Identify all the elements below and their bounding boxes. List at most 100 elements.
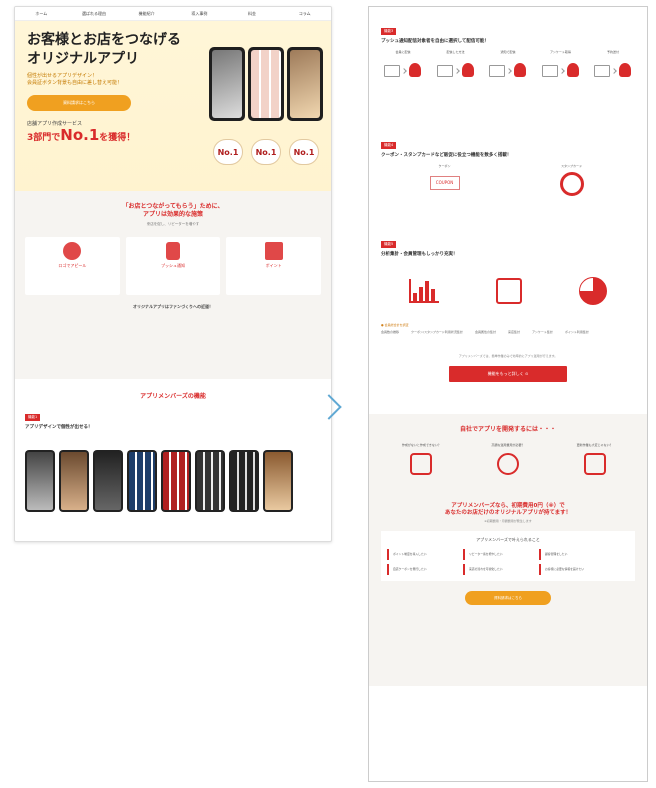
app-screen bbox=[127, 450, 157, 512]
nav-item[interactable]: 機能紹介 bbox=[120, 7, 173, 20]
phone-mockup bbox=[248, 47, 284, 121]
hero-subtitle: 個性が出せるアプリデザイン！ 会員証ボタン背景も自由に差し替え可能！ bbox=[27, 73, 123, 86]
request-docs-button-bottom[interactable]: 資料請求はこちら bbox=[465, 591, 551, 605]
award-suffix: を獲得！ bbox=[99, 133, 136, 143]
self-dev-title: 自社でアプリを開発するには・・・ bbox=[459, 426, 556, 433]
benefits-title: 「お店とつながってもらう」ために、 アプリは効果的な施策 bbox=[122, 203, 224, 218]
app-screen bbox=[25, 450, 55, 512]
stamp-icon bbox=[559, 172, 584, 196]
check-item: 会員属性の集計 bbox=[474, 330, 496, 334]
push-flow: 会員に配信 配信した方法 通知で配信 アンケート取得 予約送付 bbox=[381, 50, 635, 85]
gear-icon bbox=[497, 453, 519, 475]
medal-icon: No.1 bbox=[289, 139, 319, 165]
function-4-block: 機能4 クーポン・スタンプカードなど販促に役立つ機能を数多く搭載！ クーポン C… bbox=[369, 121, 647, 206]
app-screen bbox=[93, 450, 123, 512]
benefit-item: 来店の流れを可視化したい bbox=[463, 564, 535, 575]
app-screen bbox=[195, 450, 225, 512]
issue-label: 高額な運用費用が必要？ bbox=[491, 443, 525, 447]
benefits-subtitle: 来店を促し、リピーターを増やす bbox=[146, 222, 200, 226]
nav-item[interactable]: ホーム bbox=[15, 7, 68, 20]
feature-label: ポイント bbox=[265, 263, 282, 268]
flow-step-label: 予約送付 bbox=[606, 50, 619, 54]
function-heading: クーポン・スタンプカードなど販促に役立つ機能を数多く搭載！ bbox=[381, 153, 512, 158]
hero-title: お客様とお店をつなげる オリジナルアプリ bbox=[27, 32, 181, 67]
award-prefix: 3部門で bbox=[27, 133, 61, 143]
benefits-section: 「お店とつながってもらう」ために、 アプリは効果的な施策 来店を促し、リピーター… bbox=[15, 191, 331, 379]
award-medals: No.1 No.1 No.1 bbox=[213, 139, 319, 165]
refresh-icon bbox=[583, 453, 606, 475]
functions-section: アプリメンバーズの機能 機能1 アプリデザインで個性が出せる！ bbox=[15, 379, 331, 524]
check-item: アンケート集計 bbox=[531, 330, 553, 334]
app-screen bbox=[59, 450, 89, 512]
check-list: 会員数の推移 クーポン/スタンプカード利用状況集計 会員属性の集計 来店集計 ア… bbox=[381, 330, 635, 334]
canvas: ホーム 選ばれる理由 機能紹介 導入事例 料金 コラム お客様とお店をつなげる … bbox=[0, 0, 656, 788]
stamp-label: スタンプカード bbox=[561, 164, 582, 168]
functions-title: アプリメンバーズの機能 bbox=[140, 393, 206, 400]
issue-col: 高額な運用費用が必要？ bbox=[468, 443, 549, 475]
award-main: No.1 bbox=[60, 126, 100, 144]
more-functions-button[interactable]: 機能をもっと詳しく ⊙ bbox=[449, 366, 567, 382]
issue-label: 作成がないと作成できない？ bbox=[401, 443, 441, 447]
benefit-item: ポイント制度を導入したい bbox=[387, 549, 459, 560]
issue-label: 更新作業も大変じゃない？ bbox=[576, 443, 613, 447]
check-item: ポイント利用集計 bbox=[564, 330, 589, 334]
phone-bell-icon bbox=[166, 242, 180, 260]
function-badge: 機能5 bbox=[381, 241, 397, 248]
function-heading: アプリデザインで個性が出せる！ bbox=[25, 425, 93, 430]
flow-step: 配信した方法 bbox=[434, 50, 478, 85]
point-card-icon bbox=[264, 242, 283, 260]
functions-note: アプリメンバーズでは、簡単作業のみで効率的にアプリ運用が行えます。 bbox=[458, 354, 558, 358]
request-docs-button[interactable]: 資料請求はこちら bbox=[27, 95, 131, 111]
function-heading: 分析集計・会員管理もしっかり充実！ bbox=[381, 252, 458, 257]
search-report-icon bbox=[495, 278, 522, 304]
feature-label: ロゴでアピール bbox=[58, 263, 87, 268]
hero-section: お客様とお店をつなげる オリジナルアプリ 個性が出せるアプリデザイン！ 会員証ボ… bbox=[15, 21, 331, 191]
benefits-box: アプリメンバーズで叶えられること ポイント制度を導入したい リピーター客を増やし… bbox=[381, 531, 635, 581]
benefit-item: 顧客管理をしたい bbox=[539, 549, 611, 560]
flow-step-label: 会員に配信 bbox=[395, 50, 411, 54]
flow-step: アンケート取得 bbox=[539, 50, 583, 85]
house-icon bbox=[63, 242, 82, 260]
medal-icon: No.1 bbox=[251, 139, 281, 165]
issue-col: 更新作業も大変じゃない？ bbox=[554, 443, 635, 475]
benefits-grid: ポイント制度を導入したい リピーター客を増やしたい 顧客管理をしたい 自店クーポ… bbox=[387, 549, 629, 575]
nav-item[interactable]: 選ばれる理由 bbox=[68, 7, 121, 20]
medal-icon: No.1 bbox=[213, 139, 243, 165]
function-badge: 機能1 bbox=[25, 414, 41, 421]
check-title: ● 会員総合計を調査 bbox=[381, 323, 409, 327]
check-item: 来店集計 bbox=[507, 330, 520, 334]
coupon-label: クーポン bbox=[438, 164, 451, 168]
top-nav: ホーム 選ばれる理由 機能紹介 導入事例 料金 コラム bbox=[15, 7, 331, 21]
flow-step-label: 配信した方法 bbox=[446, 50, 465, 54]
check-item: 会員数の推移 bbox=[381, 330, 400, 334]
right-page-card: 機能3 プッシュ通知配信対象者を自由に選択して配信可能！ 会員に配信 配信した方… bbox=[368, 6, 648, 782]
flow-step-label: アンケート取得 bbox=[550, 50, 571, 54]
app-screen bbox=[229, 450, 259, 512]
app-screens-strip bbox=[25, 450, 321, 512]
left-page-card: ホーム 選ばれる理由 機能紹介 導入事例 料金 コラム お客様とお店をつなげる … bbox=[14, 6, 332, 542]
benefit-item: リピーター客を増やしたい bbox=[463, 549, 535, 560]
feature-label: プッシュ通知 bbox=[161, 263, 185, 268]
nav-item[interactable]: 導入事例 bbox=[173, 7, 226, 20]
phone-mockups bbox=[209, 47, 323, 121]
function-badge: 機能3 bbox=[381, 28, 397, 35]
issue-col: 作成がないと作成できない？ bbox=[381, 443, 462, 475]
feature-card: ポイント bbox=[226, 237, 322, 295]
function-5-block: 機能5 分析集計・会員管理もしっかり充実！ ● 会員総合計を調査 会員数の推移 … bbox=[369, 220, 647, 392]
coupon-icon: COUPON bbox=[429, 176, 460, 190]
nav-item[interactable]: コラム bbox=[278, 7, 331, 20]
pie-chart-icon bbox=[578, 277, 607, 305]
flow-step: 会員に配信 bbox=[381, 50, 425, 85]
app-screen bbox=[161, 450, 191, 512]
flow-step-label: 通知で配信 bbox=[500, 50, 516, 54]
nav-item[interactable]: 料金 bbox=[226, 7, 279, 20]
stamp-col: スタンプカード bbox=[508, 164, 635, 196]
benefit-item: お客様に必要な情報を届けたい bbox=[539, 564, 611, 575]
feature-cards: ロゴでアピール プッシュ通知 ポイント bbox=[25, 237, 322, 295]
promo-note: ※初期費用・月額費用が発生します bbox=[484, 519, 532, 523]
app-screen bbox=[263, 450, 293, 512]
promo-line: あなたのお店だけのオリジナルアプリが持てます！ bbox=[444, 510, 572, 516]
self-dev-section: 自社でアプリを開発するには・・・ 作成がないと作成できない？ 高額な運用費用が必… bbox=[369, 414, 647, 686]
benefits-note: オリジナルアプリはファンづくりへの近道！ bbox=[133, 304, 213, 309]
coupon-col: クーポン COUPON bbox=[381, 164, 508, 196]
